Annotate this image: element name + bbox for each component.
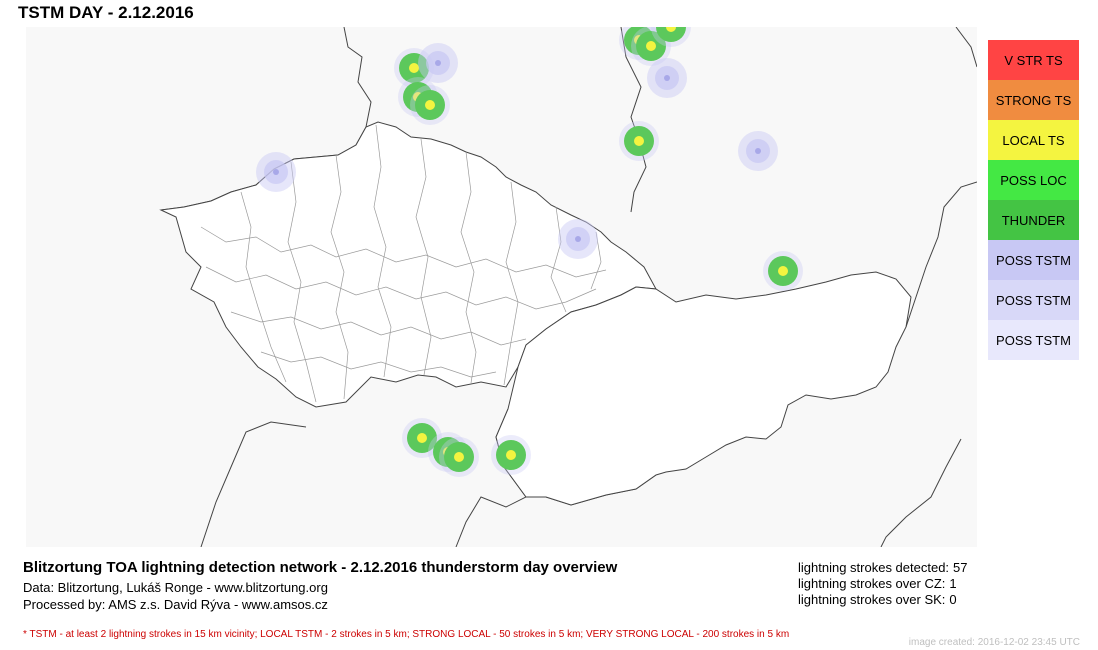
legend: V STR TS STRONG TS LOCAL TS POSS LOC THU…	[988, 40, 1079, 360]
poss-tstm-marker	[418, 43, 458, 83]
border-northeast	[955, 27, 977, 68]
legend-item-poss-loc: POSS LOC	[988, 160, 1079, 200]
map-svg	[159, 27, 977, 547]
stat-value: 57	[953, 560, 968, 575]
poss-tstm-marker	[558, 219, 598, 259]
border-austria-west	[200, 421, 307, 547]
stat-value: 0	[949, 592, 957, 607]
page-title: TSTM DAY - 2.12.2016	[18, 3, 194, 22]
poss-tstm-marker	[647, 58, 687, 98]
thunder-marker	[619, 121, 659, 161]
border-hungary-east	[880, 438, 962, 547]
thunder-marker	[410, 85, 450, 125]
stat-value: 1	[949, 576, 957, 591]
poss-tstm-marker	[256, 152, 296, 192]
thunder-marker	[763, 251, 803, 291]
data-source-line: Data: Blitzortung, Lukáš Ronge - www.bli…	[23, 580, 328, 595]
stat-over-sk: lightning strokes over SK: 0	[798, 592, 968, 608]
legend-item-poss-tstm-2: POSS TSTM	[988, 280, 1079, 320]
footnote: * TSTM - at least 2 lightning strokes in…	[23, 629, 790, 640]
processed-by-line: Processed by: AMS z.s. David Rýva - www.…	[23, 597, 328, 612]
thunder-marker	[439, 437, 479, 477]
stat-label: lightning strokes detected:	[798, 560, 950, 575]
stat-label: lightning strokes over SK:	[798, 592, 946, 607]
legend-item-local-ts: LOCAL TS	[988, 120, 1079, 160]
legend-item-v-str-ts: V STR TS	[988, 40, 1079, 80]
timestamp: image created: 2016-12-02 23:45 UTC	[908, 637, 1080, 648]
caption-title: Blitzortung TOA lightning detection netw…	[23, 559, 618, 576]
border-ukraine	[905, 181, 977, 328]
poss-tstm-marker	[738, 131, 778, 171]
legend-item-strong-ts: STRONG TS	[988, 80, 1079, 120]
legend-item-poss-tstm-1: POSS TSTM	[988, 240, 1079, 280]
lightning-map[interactable]	[26, 27, 977, 547]
stat-detected: lightning strokes detected: 57	[798, 560, 968, 576]
thunder-marker	[491, 435, 531, 475]
legend-item-poss-tstm-3: POSS TSTM	[988, 320, 1079, 360]
stat-over-cz: lightning strokes over CZ: 1	[798, 576, 968, 592]
stat-label: lightning strokes over CZ:	[798, 576, 946, 591]
legend-item-thunder: THUNDER	[988, 200, 1079, 240]
stroke-stats: lightning strokes detected: 57 lightning …	[798, 560, 968, 608]
